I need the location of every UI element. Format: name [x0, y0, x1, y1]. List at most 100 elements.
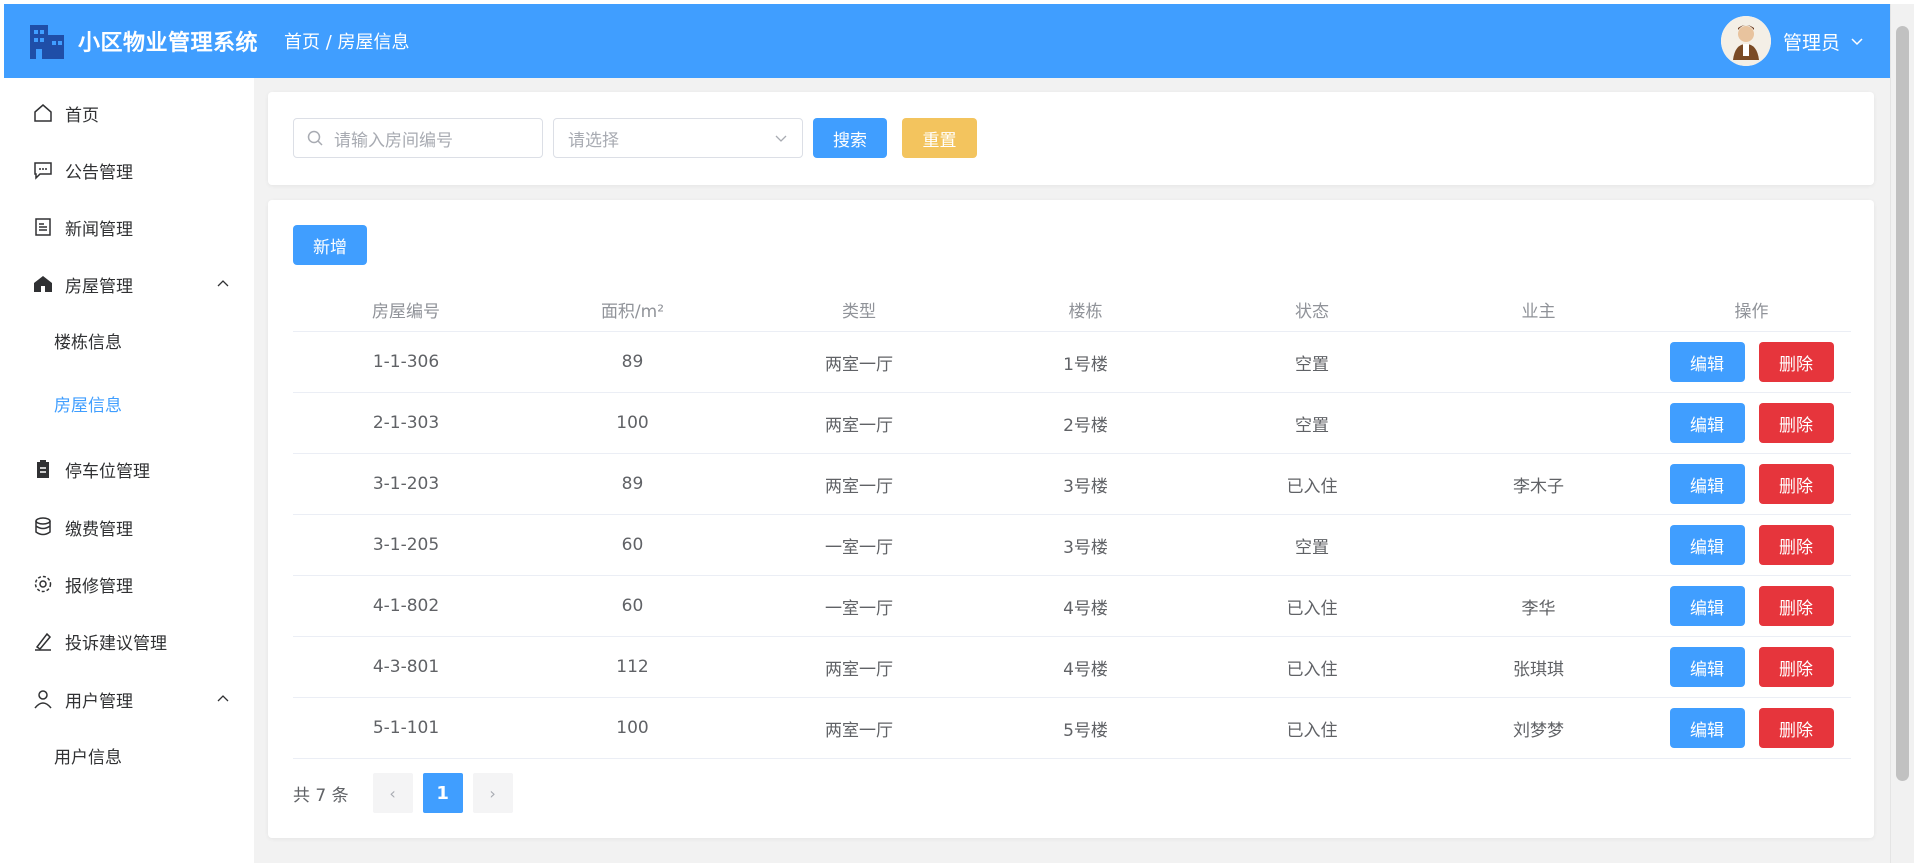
delete-button[interactable]: 删除 — [1758, 525, 1834, 565]
scrollbar-thumb[interactable] — [1896, 26, 1909, 781]
room-table: 房屋编号 面积/m² 类型 楼栋 状态 业主 操作 1-1-306 89 两室一厅 1… — [293, 287, 1851, 759]
table-cell: 两室一厅 — [825, 659, 893, 680]
pen-icon — [35, 632, 52, 651]
table-cell: 已入住 — [1286, 476, 1338, 497]
edit-button[interactable]: 编辑 — [1669, 708, 1745, 748]
table-row: 3-1-203 89 两室一厅 3号楼 已入住 李木子 编辑 删除 — [293, 454, 1851, 515]
sidebar-item-label: 房屋信息 — [54, 395, 122, 416]
delete-button[interactable]: 删除 — [1758, 647, 1834, 687]
column-header: 面积/m² — [600, 301, 665, 322]
sidebar-item-complaints[interactable]: 投诉建议管理 — [4, 613, 254, 669]
sidebar-item-payments[interactable]: 缴费管理 — [4, 499, 254, 555]
sidebar-item-label: 新闻管理 — [65, 219, 133, 240]
column-header: 操作 — [1734, 301, 1769, 322]
table-header: 房屋编号 面积/m² 类型 楼栋 状态 业主 操作 — [293, 287, 1851, 332]
room-number-search-input[interactable]: 请输入房间编号 — [293, 118, 543, 158]
chevron-down-icon — [775, 135, 787, 142]
sidebar-item-repairs[interactable]: 报修管理 — [4, 556, 254, 612]
document-icon — [35, 218, 51, 236]
user-menu[interactable]: 管理员 — [1720, 16, 1864, 66]
table-cell: 空置 — [1295, 415, 1329, 436]
sidebar-item-news[interactable]: 新闻管理 — [4, 199, 254, 255]
table-cell: 112 — [616, 657, 649, 677]
table-cell: 李木子 — [1513, 476, 1564, 497]
row-actions: 编辑 删除 — [1652, 647, 1851, 687]
next-page-button[interactable]: › — [472, 773, 513, 813]
page-number-button[interactable]: 1 — [422, 773, 463, 813]
filter-select[interactable]: 请选择 — [553, 118, 803, 158]
sidebar-item-label: 缴费管理 — [65, 519, 133, 540]
table-cell: 4-3-801 — [372, 657, 440, 677]
add-button[interactable]: 新增 — [293, 225, 367, 265]
edit-button[interactable]: 编辑 — [1669, 403, 1745, 443]
table-cell: 1号楼 — [1063, 354, 1108, 375]
edit-button[interactable]: 编辑 — [1669, 464, 1745, 504]
pagination: 共 7 条 ‹ 1 › — [293, 773, 523, 813]
edit-button[interactable]: 编辑 — [1669, 586, 1745, 626]
scrollbar[interactable] — [1890, 4, 1914, 863]
gear-icon — [34, 575, 52, 593]
avatar[interactable] — [1720, 16, 1771, 66]
row-actions: 编辑 删除 — [1652, 342, 1851, 382]
sidebar-item-user-info[interactable]: 用户信息 — [4, 730, 254, 780]
breadcrumb[interactable]: 首页 / 房屋信息 — [284, 28, 410, 54]
chat-icon — [34, 162, 52, 180]
table-cell: 5-1-101 — [372, 718, 440, 738]
sidebar-item-label: 楼栋信息 — [54, 332, 122, 353]
row-actions: 编辑 删除 — [1652, 586, 1851, 626]
delete-button[interactable]: 删除 — [1758, 708, 1834, 748]
edit-button[interactable]: 编辑 — [1669, 647, 1745, 687]
reset-button[interactable]: 重置 — [902, 118, 977, 158]
column-header: 状态 — [1295, 301, 1329, 322]
table-cell: 89 — [621, 352, 644, 372]
sidebar-item-home[interactable]: 首页 — [4, 85, 254, 141]
table-cell: 刘梦梦 — [1513, 720, 1564, 741]
table-cell: 3-1-203 — [372, 474, 440, 494]
sidebar-item-housing[interactable]: 房屋管理 — [4, 256, 254, 312]
chevron-up-icon — [217, 695, 229, 702]
table-row: 3-1-205 60 一室一厅 3号楼 空置 编辑 删除 — [293, 515, 1851, 576]
table-cell: 100 — [616, 413, 649, 433]
edit-button[interactable]: 编辑 — [1669, 342, 1745, 382]
column-header: 楼栋 — [1068, 301, 1103, 322]
table-cell: 3-1-205 — [372, 535, 440, 555]
user-name[interactable]: 管理员 — [1783, 28, 1840, 55]
table-cell: 4号楼 — [1063, 598, 1108, 619]
table-cell: 已入住 — [1286, 659, 1338, 680]
column-header: 类型 — [842, 301, 876, 322]
delete-button[interactable]: 删除 — [1758, 342, 1834, 382]
avatar-image — [1720, 16, 1771, 66]
sidebar-item-label: 用户管理 — [65, 691, 133, 712]
sidebar-item-label: 投诉建议管理 — [65, 633, 167, 654]
table-cell: 两室一厅 — [825, 354, 893, 375]
table-cell: 60 — [621, 535, 644, 555]
prev-page-button[interactable]: ‹ — [372, 773, 413, 813]
logo: 小区物业管理系统 — [28, 21, 258, 61]
search-button[interactable]: 搜索 — [813, 118, 887, 158]
home-icon — [34, 104, 52, 122]
edit-button[interactable]: 编辑 — [1669, 525, 1745, 565]
column-header: 房屋编号 — [372, 301, 440, 322]
sidebar-item-buildings[interactable]: 楼栋信息 — [4, 315, 254, 365]
sidebar-item-rooms[interactable]: 房屋信息 — [4, 378, 254, 428]
building-icon — [30, 25, 64, 59]
column-header: 业主 — [1521, 301, 1556, 322]
sidebar-item-label: 用户信息 — [54, 747, 122, 768]
sidebar-item-parking[interactable]: 停车位管理 — [4, 441, 254, 497]
sidebar-item-label: 房屋管理 — [65, 276, 133, 297]
chevron-down-icon[interactable] — [1850, 34, 1864, 48]
table-cell: 3号楼 — [1063, 476, 1108, 497]
sidebar-item-announcements[interactable]: 公告管理 — [4, 142, 254, 198]
total-count: 共 7 条 — [293, 785, 349, 806]
table-cell: 一室一厅 — [825, 598, 893, 619]
delete-button[interactable]: 删除 — [1758, 464, 1834, 504]
sidebar-item-users[interactable]: 用户管理 — [4, 671, 254, 727]
table-cell: 1-1-306 — [372, 352, 440, 372]
table-cell: 4-1-802 — [372, 596, 440, 616]
user-icon — [34, 690, 52, 709]
table-cell: 空置 — [1295, 537, 1329, 558]
delete-button[interactable]: 删除 — [1758, 403, 1834, 443]
table-row: 5-1-101 100 两室一厅 5号楼 已入住 刘梦梦 编辑 删除 — [293, 698, 1851, 759]
delete-button[interactable]: 删除 — [1758, 586, 1834, 626]
table-row: 1-1-306 89 两室一厅 1号楼 空置 编辑 删除 — [293, 332, 1851, 393]
